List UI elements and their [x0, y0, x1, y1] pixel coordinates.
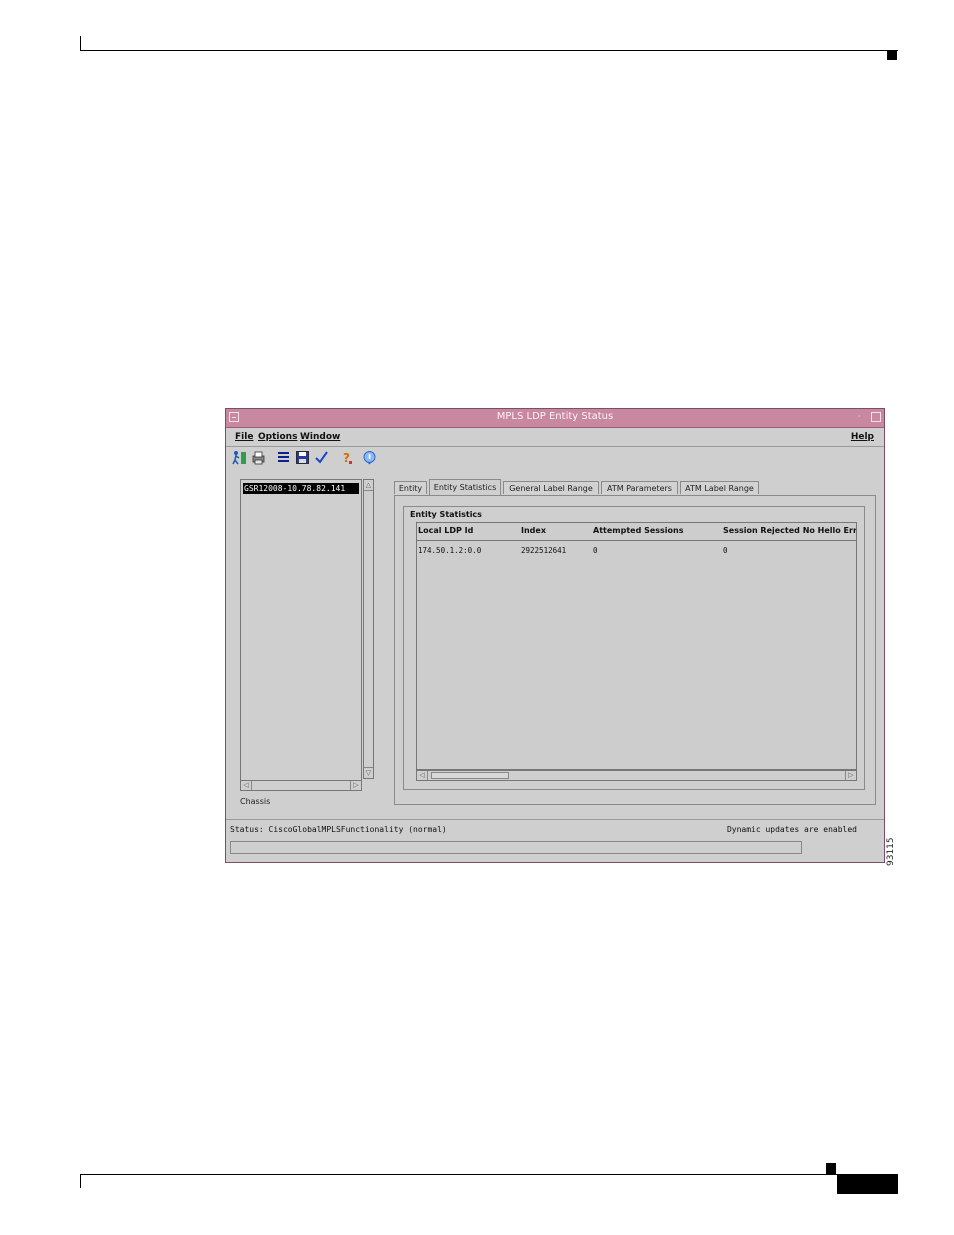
save-icon[interactable] — [294, 449, 310, 465]
mpls-ldp-entity-status-window: MPLS LDP Entity Status · File Options Wi… — [225, 408, 885, 863]
window-title: MPLS LDP Entity Status — [496, 411, 614, 422]
help-icon[interactable]: ? — [338, 449, 354, 465]
table-header: Local LDP Id Index Attempted Sessions Se… — [417, 523, 856, 541]
menu-help[interactable]: Help — [851, 432, 874, 442]
status-progress-bar — [230, 841, 802, 854]
column-local-ldp-id[interactable]: Local LDP Id — [418, 526, 473, 535]
svg-text:?: ? — [343, 451, 350, 465]
scroll-left-icon[interactable]: ◁ — [241, 781, 252, 790]
info-icon[interactable] — [361, 449, 377, 465]
cell-local-ldp-id: 174.50.1.2:0.0 — [418, 546, 482, 555]
footer-rule — [80, 1174, 898, 1175]
tree-vertical-scrollbar[interactable]: △ ▽ — [363, 479, 374, 779]
menu-file[interactable]: File — [235, 432, 253, 442]
header-vertical-rule — [80, 36, 81, 51]
tree-panel[interactable]: GSR12008-10.78.82.141 — [240, 479, 362, 791]
list-icon[interactable] — [275, 449, 291, 465]
table-row[interactable]: 174.50.1.2:0.0 2922512641 0 0 — [417, 546, 856, 558]
footer-page-block — [837, 1174, 898, 1194]
scroll-right-icon[interactable]: ▷ — [350, 781, 361, 790]
header-rule — [80, 50, 898, 51]
tab-general-label-range[interactable]: General Label Range — [503, 481, 599, 494]
menu-separator — [226, 446, 884, 447]
tree-node-selected[interactable]: GSR12008-10.78.82.141 — [243, 483, 359, 494]
check-icon[interactable] — [313, 449, 329, 465]
menu-bar: File Options Window Help — [230, 428, 880, 446]
cell-session-rejected: 0 — [723, 546, 728, 555]
toolbar: ? — [230, 448, 390, 468]
table-horizontal-scrollbar[interactable]: ◁ ▷ — [416, 770, 857, 781]
column-session-rejected[interactable]: Session Rejected No Hello Erro — [723, 526, 856, 535]
tab-atm-label-range[interactable]: ATM Label Range — [680, 481, 759, 494]
entity-statistics-table[interactable]: Local LDP Id Index Attempted Sessions Se… — [416, 522, 857, 770]
footer-marker — [826, 1163, 836, 1174]
title-bar[interactable]: MPLS LDP Entity Status · — [226, 409, 884, 428]
chassis-label: Chassis — [240, 797, 271, 806]
dynamic-updates-text: Dynamic updates are enabled — [726, 825, 857, 834]
tree-horizontal-scrollbar[interactable]: ◁ ▷ — [240, 780, 362, 791]
scroll-up-icon[interactable]: △ — [364, 480, 373, 491]
group-title: Entity Statistics — [408, 510, 484, 519]
cell-index: 2922512641 — [521, 546, 567, 555]
column-index[interactable]: Index — [521, 526, 546, 535]
menu-window[interactable]: Window — [300, 432, 340, 442]
cell-attempted-sessions: 0 — [593, 546, 598, 555]
minimize-icon[interactable]: · — [858, 413, 866, 421]
status-text: Status: CiscoGlobalMPLSFunctionality (no… — [230, 825, 447, 834]
footer-vertical-rule — [80, 1174, 81, 1188]
tab-entity[interactable]: Entity — [394, 481, 427, 494]
scroll-right-icon[interactable]: ▷ — [845, 771, 856, 780]
column-attempted-sessions[interactable]: Attempted Sessions — [593, 526, 684, 535]
scroll-down-icon[interactable]: ▽ — [364, 767, 373, 778]
maximize-icon[interactable] — [871, 412, 881, 422]
tab-entity-statistics[interactable]: Entity Statistics — [429, 479, 501, 495]
menu-options[interactable]: Options — [258, 432, 297, 442]
scroll-thumb[interactable] — [431, 772, 509, 779]
status-separator — [226, 819, 884, 820]
figure-id: 93115 — [886, 837, 896, 866]
tab-atm-parameters[interactable]: ATM Parameters — [601, 481, 678, 494]
scroll-left-icon[interactable]: ◁ — [417, 771, 428, 780]
print-icon[interactable] — [250, 449, 266, 465]
run-icon[interactable] — [231, 449, 247, 465]
header-marker — [887, 50, 897, 60]
